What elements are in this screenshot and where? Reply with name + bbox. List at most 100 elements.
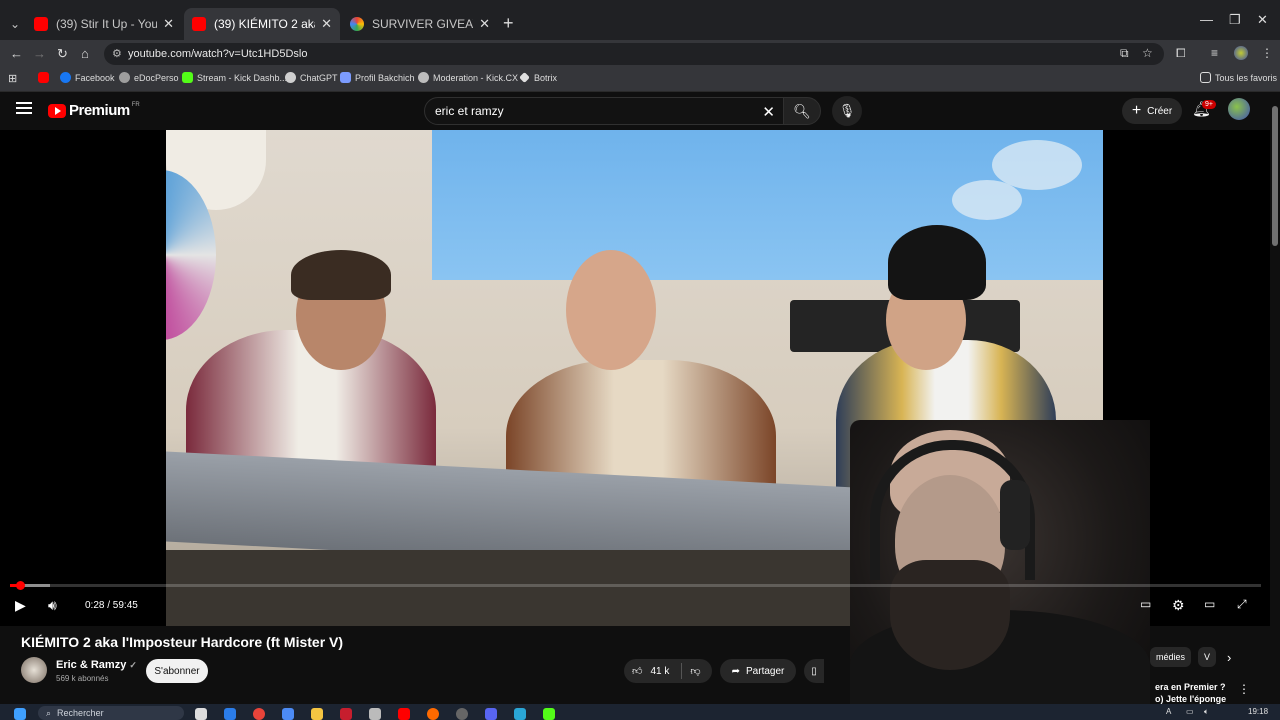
- channel-avatar[interactable]: [21, 657, 47, 683]
- url-text: youtube.com/watch?v=Utc1HD5Dslo: [128, 48, 308, 60]
- logo-text: Premium: [69, 102, 130, 119]
- app-icon[interactable]: [340, 708, 352, 720]
- channel-name[interactable]: Eric & Ramzy ✓: [56, 659, 137, 671]
- new-tab-button[interactable]: +: [503, 13, 514, 34]
- bookmark-botrix[interactable]: Botrix: [519, 72, 557, 83]
- recommendation-title[interactable]: era en Premier ? o) Jette l'éponge: [1155, 681, 1226, 705]
- search-input[interactable]: eric et ramzy ✕: [424, 97, 786, 125]
- search-button[interactable]: 🔍︎: [783, 97, 821, 125]
- share-arrow-icon: ➦: [731, 665, 741, 677]
- store-icon[interactable]: [282, 708, 294, 720]
- network-icon[interactable]: ▭: [1186, 707, 1194, 716]
- page-scrollbar[interactable]: [1270, 92, 1280, 698]
- channel-name-text: Eric & Ramzy: [56, 659, 127, 671]
- close-icon[interactable]: ✕: [163, 16, 174, 32]
- bookmark-star-icon[interactable]: ☆: [1142, 46, 1153, 60]
- media-control-icon[interactable]: ≡: [1211, 46, 1218, 60]
- theater-mode-icon[interactable]: ▭: [1204, 597, 1215, 611]
- account-avatar[interactable]: [1228, 98, 1250, 120]
- more-menu-icon[interactable]: ⋮: [1261, 46, 1273, 60]
- tab-stir-it-up[interactable]: (39) Stir It Up - YouTube ✕: [26, 8, 182, 40]
- create-button[interactable]: + Créer: [1122, 98, 1182, 124]
- apps-grid-icon[interactable]: ⊞: [8, 72, 17, 85]
- microphone-icon: 🎙︎: [838, 103, 856, 118]
- close-icon[interactable]: ✕: [321, 16, 332, 32]
- all-bookmarks[interactable]: Tous les favoris: [1200, 72, 1277, 83]
- profile-avatar[interactable]: [1234, 46, 1248, 60]
- hamburger-menu-icon[interactable]: [16, 102, 32, 114]
- more-actions-icon[interactable]: ⋮: [1238, 682, 1250, 696]
- subscribe-button[interactable]: S'abonner: [146, 659, 208, 683]
- scrubber-handle[interactable]: [16, 581, 25, 590]
- extensions-icon[interactable]: ⧠: [1176, 46, 1186, 61]
- app-icon[interactable]: [514, 708, 526, 720]
- bookmark-chatgpt[interactable]: ChatGPT: [285, 72, 338, 83]
- filter-chip[interactable]: V: [1198, 647, 1217, 667]
- folder-icon: [1200, 72, 1211, 83]
- share-button[interactable]: ➦ Partager: [720, 659, 796, 683]
- subtitles-icon[interactable]: ▭: [1140, 597, 1151, 611]
- thumbs-down-icon[interactable]: 👎︎: [690, 665, 700, 677]
- bookmark-label: Profil Bakchich: [355, 72, 415, 83]
- filter-chip[interactable]: médies: [1150, 647, 1192, 667]
- close-icon[interactable]: ✕: [479, 16, 490, 32]
- globe-icon: [119, 72, 130, 83]
- volume-icon[interactable]: 🔊︎: [48, 597, 57, 614]
- tab-kiemito[interactable]: (39) KIÉMITO 2 aka l'Imposteur ✕: [184, 8, 340, 40]
- fullscreen-icon[interactable]: ⤢: [1237, 597, 1247, 612]
- window-close-icon[interactable]: ✕: [1257, 12, 1268, 28]
- bookmark-kick-dashboard[interactable]: Stream - Kick Dashb...: [182, 72, 287, 83]
- video-title: KIÉMITO 2 aka l'Imposteur Hardcore (ft M…: [21, 634, 344, 650]
- chevron-right-icon[interactable]: ›: [1227, 650, 1231, 665]
- minimize-icon[interactable]: —: [1200, 12, 1213, 27]
- save-button[interactable]: ▯: [804, 659, 824, 683]
- bookmark-youtube[interactable]: [38, 72, 53, 83]
- progress-bar[interactable]: [10, 581, 1261, 590]
- install-app-icon[interactable]: ⧉: [1120, 46, 1129, 61]
- shield-icon: [340, 72, 351, 83]
- taskbar-search-placeholder: Rechercher: [57, 708, 104, 718]
- bookmark-profil-bakchich[interactable]: Profil Bakchich: [340, 72, 415, 83]
- scrollbar-thumb[interactable]: [1272, 106, 1278, 246]
- bookmark-edocperso[interactable]: eDocPerso: [119, 72, 179, 83]
- verified-icon: ✓: [129, 660, 137, 670]
- clock[interactable]: 19:18: [1248, 707, 1268, 716]
- language-indicator[interactable]: A: [1166, 707, 1171, 716]
- app-icon[interactable]: [369, 708, 381, 720]
- reload-icon[interactable]: ↻: [57, 46, 68, 62]
- youtube-icon[interactable]: [398, 708, 410, 720]
- discord-icon[interactable]: [485, 708, 497, 720]
- file-explorer-icon[interactable]: [311, 708, 323, 720]
- facebook-icon: [60, 72, 71, 83]
- settings-gear-icon[interactable]: ⚙: [1172, 597, 1185, 614]
- tab-search-button[interactable]: ⌄: [4, 8, 26, 40]
- speaker-icon[interactable]: 🔈︎: [1204, 707, 1209, 717]
- forward-icon[interactable]: →: [33, 46, 46, 61]
- back-icon[interactable]: ←: [10, 46, 23, 61]
- site-info-icon[interactable]: ⚙: [112, 47, 122, 60]
- bookmark-moderation-kick[interactable]: Moderation - Kick.CX: [418, 72, 518, 83]
- app-icon[interactable]: [427, 708, 439, 720]
- play-icon[interactable]: ▶: [15, 597, 26, 614]
- tab-surviver-giveaway[interactable]: SURVIVER GIVEAWAY ✕: [342, 8, 498, 40]
- address-bar[interactable]: ⚙ youtube.com/watch?v=Utc1HD5Dslo: [104, 43, 1164, 65]
- app-icon[interactable]: [456, 708, 468, 720]
- kick-icon[interactable]: [543, 708, 555, 720]
- like-button[interactable]: 👍︎ 41 k: [624, 665, 669, 678]
- clear-search-icon[interactable]: ✕: [762, 103, 775, 121]
- youtube-header: Premium FR eric et ramzy ✕ 🔍︎ 🎙︎ + Créer …: [0, 92, 1270, 130]
- windows-start-icon[interactable]: [14, 708, 26, 720]
- home-icon[interactable]: ⌂: [81, 46, 89, 61]
- logo-region: FR: [131, 101, 140, 108]
- task-view-icon[interactable]: [195, 708, 207, 720]
- chevron-down-icon: ⌄: [9, 17, 21, 31]
- chrome-icon[interactable]: [253, 708, 265, 720]
- voice-search-button[interactable]: 🎙︎: [832, 96, 862, 126]
- youtube-premium-logo[interactable]: Premium FR: [48, 102, 140, 119]
- maximize-icon[interactable]: ❐: [1229, 12, 1241, 28]
- bookmark-facebook[interactable]: Facebook: [60, 72, 115, 83]
- bookmark-label: Moderation - Kick.CX: [433, 72, 519, 83]
- copilot-icon[interactable]: [224, 708, 236, 720]
- gear-icon: [418, 72, 429, 83]
- taskbar-search[interactable]: ⌕ Rechercher: [38, 706, 184, 720]
